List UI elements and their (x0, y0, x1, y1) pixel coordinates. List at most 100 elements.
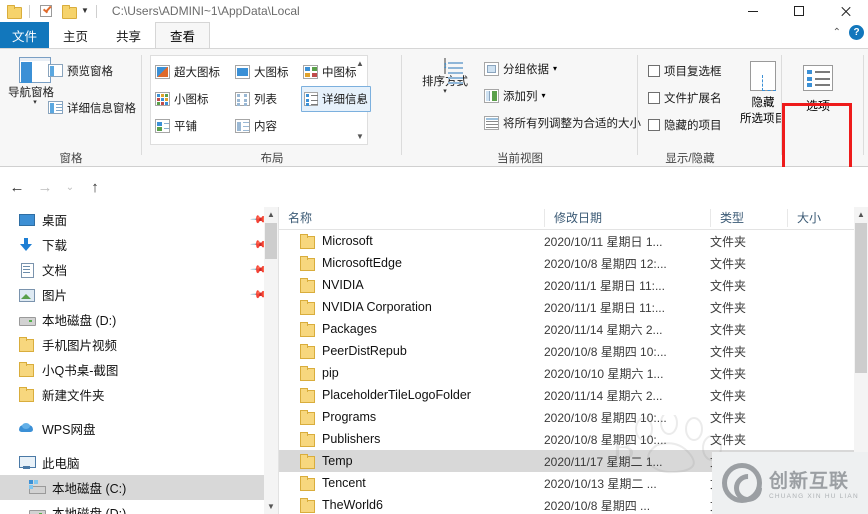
file-date: 2020/10/8 星期四 10:... (544, 410, 667, 425)
file-type: 文件夹 (710, 300, 747, 315)
chevron-down-icon[interactable]: ▾ (542, 91, 546, 100)
table-row[interactable]: Publishers 2020/10/8 星期四 10:... 文件夹 (279, 428, 868, 450)
sort-by-button[interactable]: ↕ 排序方式 ▾ (414, 58, 476, 95)
column-header-size[interactable]: 大小 (787, 209, 837, 227)
checkbox-icon[interactable] (648, 91, 660, 104)
checkbox-icon[interactable] (648, 64, 660, 77)
column-header-name[interactable]: 名称 (279, 209, 544, 227)
view-label: 超大图标 (174, 67, 220, 79)
recent-locations-button[interactable]: ⌄ (60, 174, 80, 200)
options-icon (803, 65, 833, 91)
scroll-up-icon[interactable]: ▲ (854, 207, 868, 222)
tab-share[interactable]: 共享 (102, 22, 155, 48)
table-row[interactable]: NVIDIA 2020/11/1 星期日 11:... 文件夹 (279, 274, 868, 296)
gallery-scrollbar[interactable]: ▲ ▼ ▼ (353, 56, 367, 144)
scrollbar-thumb[interactable] (265, 223, 277, 259)
minimize-button[interactable] (730, 0, 776, 22)
sidebar-item-drive-d-2[interactable]: 本地磁盘 (D:) (0, 500, 278, 514)
file-name-cell: pip (279, 365, 544, 381)
size-all-columns-button[interactable]: 将所有列调整为合适的大小 (484, 113, 641, 132)
table-row[interactable]: pip 2020/10/10 星期六 1... 文件夹 (279, 362, 868, 384)
new-folder-icon[interactable] (59, 2, 77, 20)
sidebar-item-xiaoq-screenshot[interactable]: 小Q书桌-截图 (0, 357, 278, 382)
extra-large-icons-icon (155, 65, 170, 79)
chevron-down-icon[interactable]: ▾ (443, 88, 447, 95)
details-pane-button[interactable]: 详细信息窗格 (48, 98, 136, 117)
sidebar-item-documents[interactable]: 文档 📌 (0, 257, 278, 282)
table-row[interactable]: Microsoft 2020/10/11 星期日 1... 文件夹 (279, 230, 868, 252)
help-icon[interactable]: ? (849, 25, 864, 40)
file-extensions-option[interactable]: 文件扩展名 (648, 88, 722, 107)
sidebar-item-phone-media[interactable]: 手机图片视频 (0, 332, 278, 357)
chevron-down-icon[interactable]: ▾ (553, 64, 557, 73)
forward-button[interactable]: → (32, 174, 58, 200)
sidebar-item-label: 小Q书桌-截图 (42, 364, 119, 378)
table-row[interactable]: Programs 2020/10/8 星期四 10:... 文件夹 (279, 406, 868, 428)
tab-file[interactable]: 文件 (0, 22, 50, 48)
file-date: 2020/10/8 星期四 10:... (544, 432, 667, 447)
watermark-text-en: CHUANG XIN HU LIAN (769, 493, 859, 500)
file-type: 文件夹 (710, 256, 747, 271)
collapse-ribbon-icon[interactable]: ⌃ (833, 27, 841, 38)
table-row[interactable]: MicrosoftEdge 2020/10/8 星期四 12:... 文件夹 (279, 252, 868, 274)
view-large-icons[interactable]: 大图标 (233, 59, 301, 85)
up-button[interactable]: ↑ (82, 174, 108, 200)
hidden-items-option[interactable]: 隐藏的项目 (648, 115, 722, 134)
drive-icon (18, 312, 36, 327)
sidebar-item-drive-c[interactable]: 本地磁盘 (C:) (0, 475, 278, 500)
tab-view[interactable]: 查看 (155, 22, 211, 48)
properties-icon[interactable] (37, 2, 55, 20)
desktop-icon (18, 212, 35, 227)
scroll-up-icon[interactable]: ▲ (356, 59, 364, 68)
group-label-layout: 布局 (260, 153, 284, 165)
sidebar-item-downloads[interactable]: 下载 📌 (0, 232, 278, 257)
scroll-down-icon[interactable]: ▼ (356, 96, 364, 105)
table-row[interactable]: PlaceholderTileLogoFolder 2020/11/14 星期六… (279, 384, 868, 406)
preview-pane-button[interactable]: 预览窗格 (48, 61, 136, 80)
column-header-type[interactable]: 类型 (710, 209, 787, 227)
scrollbar-thumb[interactable] (855, 223, 867, 373)
chevron-down-icon[interactable]: ▼ (81, 7, 89, 15)
file-date: 2020/10/13 星期二 ... (544, 476, 657, 491)
view-extra-large-icons[interactable]: 超大图标 (153, 59, 233, 85)
group-by-button[interactable]: 分组依据 ▾ (484, 59, 641, 78)
table-row[interactable]: NVIDIA Corporation 2020/11/1 星期日 11:... … (279, 296, 868, 318)
close-button[interactable] (822, 0, 868, 22)
scroll-down-icon[interactable]: ▼ (264, 499, 278, 514)
view-list[interactable]: 列表 (233, 86, 301, 112)
column-header-date[interactable]: 修改日期 (544, 209, 710, 227)
view-small-icons[interactable]: 小图标 (153, 86, 233, 112)
tab-home[interactable]: 主页 (49, 22, 102, 48)
table-row[interactable]: PeerDistRepub 2020/10/8 星期四 10:... 文件夹 (279, 340, 868, 362)
sidebar-item-desktop[interactable]: 桌面 📌 (0, 207, 278, 232)
add-column-button[interactable]: 添加列 ▾ (484, 86, 641, 105)
sidebar-item-new-folder[interactable]: 新建文件夹 (0, 382, 278, 407)
documents-icon (18, 262, 35, 278)
view-tiles[interactable]: 平铺 (153, 113, 233, 139)
folder-icon[interactable] (4, 2, 22, 20)
gallery-expand-icon[interactable]: ▼ (356, 132, 364, 141)
hidden-items-label: 隐藏的项目 (664, 119, 722, 132)
item-checkboxes-option[interactable]: 项目复选框 (648, 61, 722, 80)
sidebar-item-wps-cloud[interactable]: WPS网盘 (0, 416, 278, 441)
maximize-button[interactable] (776, 0, 822, 22)
table-row[interactable]: Packages 2020/11/14 星期六 2... 文件夹 (279, 318, 868, 340)
file-name-cell: PlaceholderTileLogoFolder (279, 387, 544, 403)
view-content[interactable]: 内容 (233, 113, 301, 139)
sidebar-item-pictures[interactable]: 图片 📌 (0, 282, 278, 307)
scroll-up-icon[interactable]: ▲ (264, 207, 278, 222)
file-name: NVIDIA (322, 278, 364, 292)
back-button[interactable]: ← (4, 174, 30, 200)
sidebar-item-label: 图片 (42, 289, 68, 303)
sidebar-item-this-pc[interactable]: 此电脑 (0, 450, 278, 475)
navigation-pane-scrollbar[interactable]: ▲ ▼ (264, 207, 278, 514)
folder-icon (299, 321, 316, 337)
folder-icon (299, 431, 316, 447)
sidebar-item-drive-d[interactable]: 本地磁盘 (D:) (0, 307, 278, 332)
folder-icon (299, 475, 316, 491)
checkbox-icon[interactable] (648, 118, 660, 131)
chevron-down-icon[interactable]: ▾ (33, 99, 37, 106)
ribbon-group-show-hide: 项目复选框 文件扩展名 隐藏的项目 隐藏 所选项目 显示/隐藏 (638, 49, 786, 168)
navigation-pane-icon (19, 57, 51, 83)
file-name-cell: Microsoft (279, 233, 544, 249)
